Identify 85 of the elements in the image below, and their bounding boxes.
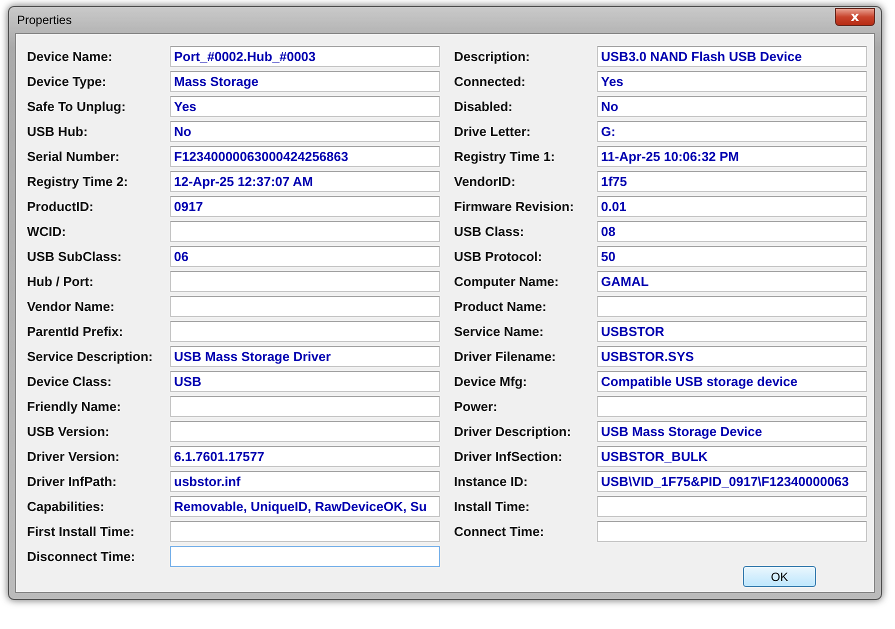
ok-button[interactable]: OK bbox=[743, 566, 816, 587]
text-field[interactable]: G: bbox=[597, 121, 867, 142]
text-field[interactable] bbox=[597, 296, 867, 317]
field-label: ParentId Prefix: bbox=[27, 324, 124, 339]
text-field[interactable] bbox=[170, 321, 440, 342]
text-field[interactable]: USB Mass Storage Device bbox=[597, 421, 867, 442]
text-field[interactable]: Compatible USB storage device bbox=[597, 371, 867, 392]
text-field[interactable]: GAMAL bbox=[597, 271, 867, 292]
text-field[interactable]: Yes bbox=[597, 71, 867, 92]
field-label: Computer Name: bbox=[454, 274, 560, 289]
field-label: VendorID: bbox=[454, 174, 516, 189]
text-field[interactable]: F12340000063000424256863 bbox=[170, 146, 440, 167]
field-label: ProductID: bbox=[27, 199, 94, 214]
field-label: Product Name: bbox=[454, 299, 548, 314]
text-field[interactable] bbox=[170, 271, 440, 292]
field-label: Instance ID: bbox=[454, 474, 529, 489]
field-label: Service Description: bbox=[27, 349, 154, 364]
field-label: Description: bbox=[454, 49, 531, 64]
window-title: Properties bbox=[16, 13, 72, 27]
field-label: USB Version: bbox=[27, 424, 110, 439]
text-field[interactable]: USB Mass Storage Driver bbox=[170, 346, 440, 367]
field-label: Disconnect Time: bbox=[27, 549, 136, 564]
text-field[interactable]: 1f75 bbox=[597, 171, 867, 192]
field-label: Connect Time: bbox=[454, 524, 546, 539]
field-label: Device Mfg: bbox=[454, 374, 528, 389]
field-label: Driver InfPath: bbox=[27, 474, 118, 489]
text-field[interactable]: usbstor.inf bbox=[170, 471, 440, 492]
text-field[interactable] bbox=[170, 221, 440, 242]
text-field[interactable]: No bbox=[597, 96, 867, 117]
text-field[interactable]: 08 bbox=[597, 221, 867, 242]
text-field[interactable]: USBSTOR_BULK bbox=[597, 446, 867, 467]
text-field[interactable] bbox=[170, 421, 440, 442]
text-field[interactable]: USBSTOR.SYS bbox=[597, 346, 867, 367]
field-label: Device Type: bbox=[27, 74, 108, 89]
field-label: USB Protocol: bbox=[454, 249, 544, 264]
text-field[interactable] bbox=[170, 546, 440, 567]
text-field[interactable]: 12-Apr-25 12:37:07 AM bbox=[170, 171, 440, 192]
field-label: Registry Time 2: bbox=[27, 174, 129, 189]
field-label: Disabled: bbox=[454, 99, 514, 114]
text-field[interactable] bbox=[597, 396, 867, 417]
field-label: USB Class: bbox=[454, 224, 526, 239]
text-field[interactable]: Mass Storage bbox=[170, 71, 440, 92]
field-label: Vendor Name: bbox=[27, 299, 116, 314]
text-field[interactable]: 0917 bbox=[170, 196, 440, 217]
text-field[interactable]: 06 bbox=[170, 246, 440, 267]
text-field[interactable]: 50 bbox=[597, 246, 867, 267]
text-field[interactable]: USBSTOR bbox=[597, 321, 867, 342]
text-field[interactable]: Yes bbox=[170, 96, 440, 117]
field-label: Serial Number: bbox=[27, 149, 120, 164]
field-label: WCID: bbox=[27, 224, 67, 239]
text-field[interactable] bbox=[170, 296, 440, 317]
field-label: Driver InfSection: bbox=[454, 449, 564, 464]
text-field[interactable]: USB\VID_1F75&PID_0917\F12340000063 bbox=[597, 471, 867, 492]
field-label: USB Hub: bbox=[27, 124, 89, 139]
text-field[interactable] bbox=[170, 521, 440, 542]
field-label: Device Class: bbox=[27, 374, 113, 389]
field-label: Registry Time 1: bbox=[454, 149, 556, 164]
text-field[interactable]: No bbox=[170, 121, 440, 142]
field-label: Driver Version: bbox=[27, 449, 120, 464]
text-field[interactable]: USB bbox=[170, 371, 440, 392]
text-field[interactable]: 11-Apr-25 10:06:32 PM bbox=[597, 146, 867, 167]
text-field[interactable]: 6.1.7601.17577 bbox=[170, 446, 440, 467]
field-label: First Install Time: bbox=[27, 524, 136, 539]
field-label: Driver Filename: bbox=[454, 349, 557, 364]
text-field[interactable] bbox=[597, 496, 867, 517]
field-label: Driver Description: bbox=[454, 424, 572, 439]
field-label: Service Name: bbox=[454, 324, 545, 339]
text-field[interactable] bbox=[170, 396, 440, 417]
text-field[interactable]: USB3.0 NAND Flash USB Device bbox=[597, 46, 867, 67]
field-label: Firmware Revision: bbox=[454, 199, 575, 214]
close-button[interactable]: x bbox=[835, 8, 875, 26]
field-label: Install Time: bbox=[454, 499, 531, 514]
text-field[interactable]: Port_#0002.Hub_#0003 bbox=[170, 46, 440, 67]
field-label: Drive Letter: bbox=[454, 124, 532, 139]
field-label: Safe To Unplug: bbox=[27, 99, 127, 114]
text-field[interactable]: 0.01 bbox=[597, 196, 867, 217]
field-label: Friendly Name: bbox=[27, 399, 122, 414]
text-field[interactable] bbox=[597, 521, 867, 542]
field-label: Hub / Port: bbox=[27, 274, 94, 289]
field-label: Connected: bbox=[454, 74, 526, 89]
field-label: Power: bbox=[454, 399, 498, 414]
text-field[interactable]: Removable, UniqueID, RawDeviceOK, Su bbox=[170, 496, 440, 517]
field-label: Capabilities: bbox=[27, 499, 106, 514]
field-label: USB SubClass: bbox=[27, 249, 123, 264]
field-label: Device Name: bbox=[27, 49, 114, 64]
